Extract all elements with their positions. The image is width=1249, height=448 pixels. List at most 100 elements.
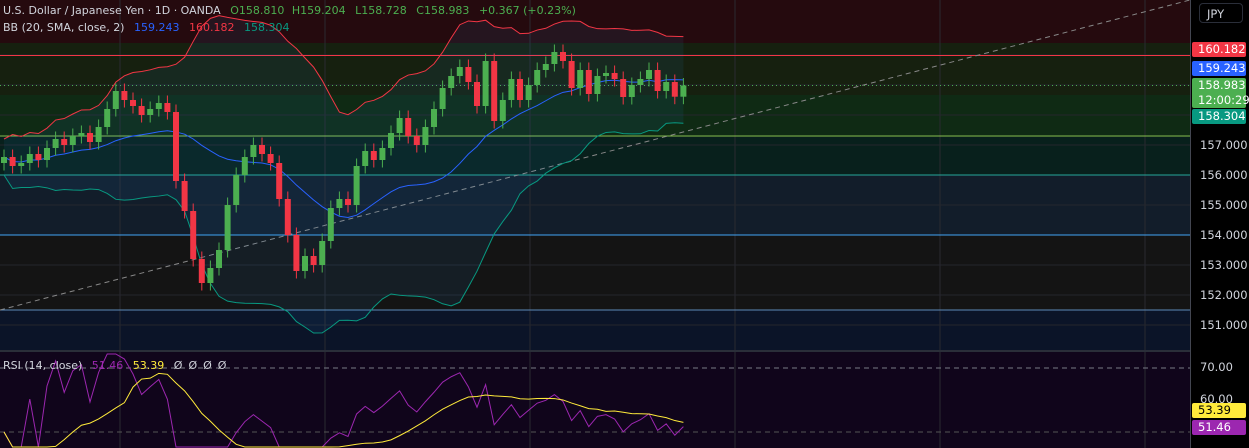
last-price-label: 158.983 12:00:29 bbox=[1192, 78, 1249, 108]
candle-body bbox=[405, 118, 412, 136]
candle-body bbox=[181, 181, 188, 211]
candle-body bbox=[310, 256, 317, 265]
candle-body bbox=[336, 199, 343, 208]
candle-body bbox=[474, 82, 480, 106]
candle-body bbox=[525, 85, 532, 100]
candle-body bbox=[138, 106, 145, 115]
rsi-legend[interactable]: RSI (14, close) 51.46 53.39 ØØØØ bbox=[3, 359, 232, 372]
candle-body bbox=[439, 88, 446, 109]
ohlc-high: H159.204 bbox=[291, 4, 346, 17]
candle-body bbox=[130, 100, 136, 106]
background-zone bbox=[0, 235, 1190, 310]
bb-label: BB (20, SMA, close, 2) bbox=[3, 21, 125, 34]
candle-body bbox=[671, 82, 678, 97]
candle-body bbox=[680, 85, 687, 97]
candle-body bbox=[233, 175, 240, 205]
candle-body bbox=[637, 79, 644, 85]
candle-body bbox=[611, 73, 618, 79]
candle-body bbox=[112, 91, 119, 109]
candle-body bbox=[302, 256, 308, 271]
candle-body bbox=[646, 70, 652, 79]
candle-body bbox=[26, 154, 33, 163]
candle-body bbox=[276, 163, 283, 199]
rsi-extra-2: Ø bbox=[203, 359, 212, 372]
candle-body bbox=[560, 52, 566, 61]
bb-legend[interactable]: BB (20, SMA, close, 2) 159.243 160.182 1… bbox=[3, 21, 295, 34]
candle-body bbox=[155, 103, 162, 109]
candle-body bbox=[267, 154, 274, 163]
price-chart[interactable] bbox=[0, 0, 1190, 448]
background-zone bbox=[0, 310, 1190, 350]
price-axis[interactable]: JPY 157.000 156.000 155.000 154.000 153.… bbox=[1190, 0, 1249, 448]
candle-body bbox=[362, 151, 369, 166]
rsi-label-axis: 51.46 bbox=[1192, 420, 1246, 435]
candle-body bbox=[422, 127, 429, 145]
price-tick: 155.000 bbox=[1200, 198, 1248, 212]
candle-body bbox=[620, 79, 627, 97]
candle-body bbox=[508, 79, 515, 100]
bb-upper-label: 160.182 bbox=[1192, 42, 1246, 57]
candle-body bbox=[542, 64, 549, 70]
candle-body bbox=[568, 61, 575, 88]
candle-body bbox=[370, 151, 377, 160]
candle-body bbox=[603, 73, 609, 76]
candle-body bbox=[250, 145, 257, 157]
candle-body bbox=[9, 157, 16, 166]
candle-body bbox=[663, 82, 670, 91]
bar-countdown: 12:00:29 bbox=[1198, 93, 1249, 107]
bb-upper-value: 160.182 bbox=[188, 21, 235, 34]
candle-body bbox=[241, 157, 248, 175]
candle-body bbox=[388, 133, 394, 148]
candle-body bbox=[190, 211, 197, 259]
candle-body bbox=[353, 166, 360, 205]
price-tick: 151.000 bbox=[1200, 318, 1248, 332]
ohlc-low: L158.728 bbox=[355, 4, 407, 17]
candle-body bbox=[259, 145, 265, 154]
candle-body bbox=[499, 100, 506, 121]
symbol-legend: U.S. Dollar / Japanese Yen · 1D · OANDA … bbox=[3, 4, 582, 17]
candle-body bbox=[456, 67, 463, 76]
symbol-title: U.S. Dollar / Japanese Yen · 1D · OANDA bbox=[3, 4, 221, 17]
candle-body bbox=[1, 157, 7, 163]
candle-body bbox=[577, 70, 584, 88]
rsi-ma-value: 53.39 bbox=[132, 359, 165, 372]
candle-body bbox=[482, 61, 489, 106]
ohlc-change: +0.367 (+0.23%) bbox=[478, 4, 576, 17]
candle-body bbox=[104, 109, 111, 127]
candle-body bbox=[147, 109, 154, 115]
rsi-extra-1: Ø bbox=[188, 359, 198, 372]
candle-body bbox=[216, 250, 222, 268]
candle-body bbox=[413, 136, 420, 145]
candle-body bbox=[78, 133, 85, 136]
candle-body bbox=[293, 235, 300, 271]
bb-lower-label: 158.304 bbox=[1192, 109, 1246, 124]
candle-body bbox=[491, 61, 498, 121]
rsi-value: 51.46 bbox=[91, 359, 124, 372]
pane-separator[interactable] bbox=[0, 350, 1249, 352]
bb-basis-value: 159.243 bbox=[133, 21, 180, 34]
currency-button[interactable]: JPY bbox=[1199, 3, 1243, 23]
rsi-extra-3: Ø bbox=[217, 359, 227, 372]
candle-body bbox=[87, 133, 93, 142]
ohlc-open: O158.810 bbox=[230, 4, 285, 17]
candle-body bbox=[164, 103, 171, 112]
candle-body bbox=[379, 148, 386, 160]
candle-body bbox=[534, 70, 541, 85]
candle-body bbox=[327, 208, 334, 241]
rsi-label: RSI (14, close) bbox=[3, 359, 83, 372]
price-tick: 154.000 bbox=[1200, 228, 1248, 242]
candle-body bbox=[18, 163, 25, 166]
candle-body bbox=[517, 79, 523, 100]
price-tick: 152.000 bbox=[1200, 288, 1248, 302]
candle-body bbox=[69, 136, 76, 145]
candle-body bbox=[207, 268, 214, 283]
candle-body bbox=[61, 139, 68, 145]
price-tick: 156.000 bbox=[1200, 168, 1248, 182]
candle-body bbox=[448, 76, 455, 88]
candle-body bbox=[654, 70, 661, 91]
last-price: 158.983 bbox=[1198, 78, 1246, 92]
candle-body bbox=[319, 241, 326, 265]
candle-body bbox=[628, 85, 635, 97]
candle-body bbox=[95, 127, 102, 142]
candle-body bbox=[585, 70, 592, 94]
